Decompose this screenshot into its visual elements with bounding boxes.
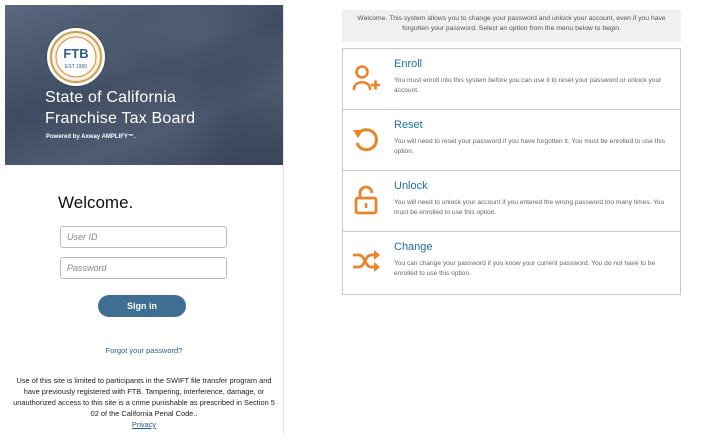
option-title: Enroll xyxy=(394,58,423,70)
unlock-padlock-icon xyxy=(351,185,381,215)
change-shuffle-icon xyxy=(351,246,381,276)
login-panel: FTB EST 1950 State of California Franchi… xyxy=(5,5,284,435)
agency-title: State of California Franchise Tax Board xyxy=(45,87,195,129)
reset-circular-arrow-icon xyxy=(351,124,381,154)
ftb-logo: FTB EST 1950 xyxy=(47,28,105,86)
intro-message: Welcome. This system allows you to chang… xyxy=(342,10,681,42)
option-description: You can change your password if you know… xyxy=(394,260,656,277)
option-description: You must enroll into this system before … xyxy=(394,77,662,94)
option-reset[interactable]: Reset You will need to reset your passwo… xyxy=(343,110,680,171)
agency-title-line1: State of California xyxy=(45,89,176,106)
logo-est: EST 1950 xyxy=(65,64,87,70)
option-title: Change xyxy=(394,241,433,253)
option-enroll[interactable]: Enroll You must enroll into this system … xyxy=(343,49,680,110)
password-input[interactable] xyxy=(60,257,227,279)
disclaimer-text: Use of this site is limited to participa… xyxy=(13,376,275,418)
powered-by: Powered by Axway AMPLIFY™. xyxy=(46,134,136,140)
forgot-password-link[interactable]: Forgot your password? xyxy=(5,346,283,355)
disclaimer: Use of this site is limited to participa… xyxy=(9,375,279,430)
agency-title-line2: Franchise Tax Board xyxy=(45,110,196,127)
option-description: You will need to unlock your account if … xyxy=(394,199,665,216)
enroll-user-plus-icon xyxy=(351,63,381,93)
self-service-menu: Enroll You must enroll into this system … xyxy=(342,48,681,295)
welcome-heading: Welcome. xyxy=(58,193,134,212)
option-change[interactable]: Change You can change your password if y… xyxy=(343,232,680,293)
header-banner: FTB EST 1950 State of California Franchi… xyxy=(5,5,283,165)
option-description: You will need to reset your password if … xyxy=(394,138,665,155)
option-unlock[interactable]: Unlock You will need to unlock your acco… xyxy=(343,171,680,232)
privacy-link[interactable]: Privacy xyxy=(9,419,279,430)
user-id-input[interactable] xyxy=(60,226,227,248)
option-title: Reset xyxy=(394,119,423,131)
sign-in-button[interactable]: Sign in xyxy=(98,295,186,317)
logo-text: FTB xyxy=(63,46,88,61)
option-title: Unlock xyxy=(394,180,428,192)
